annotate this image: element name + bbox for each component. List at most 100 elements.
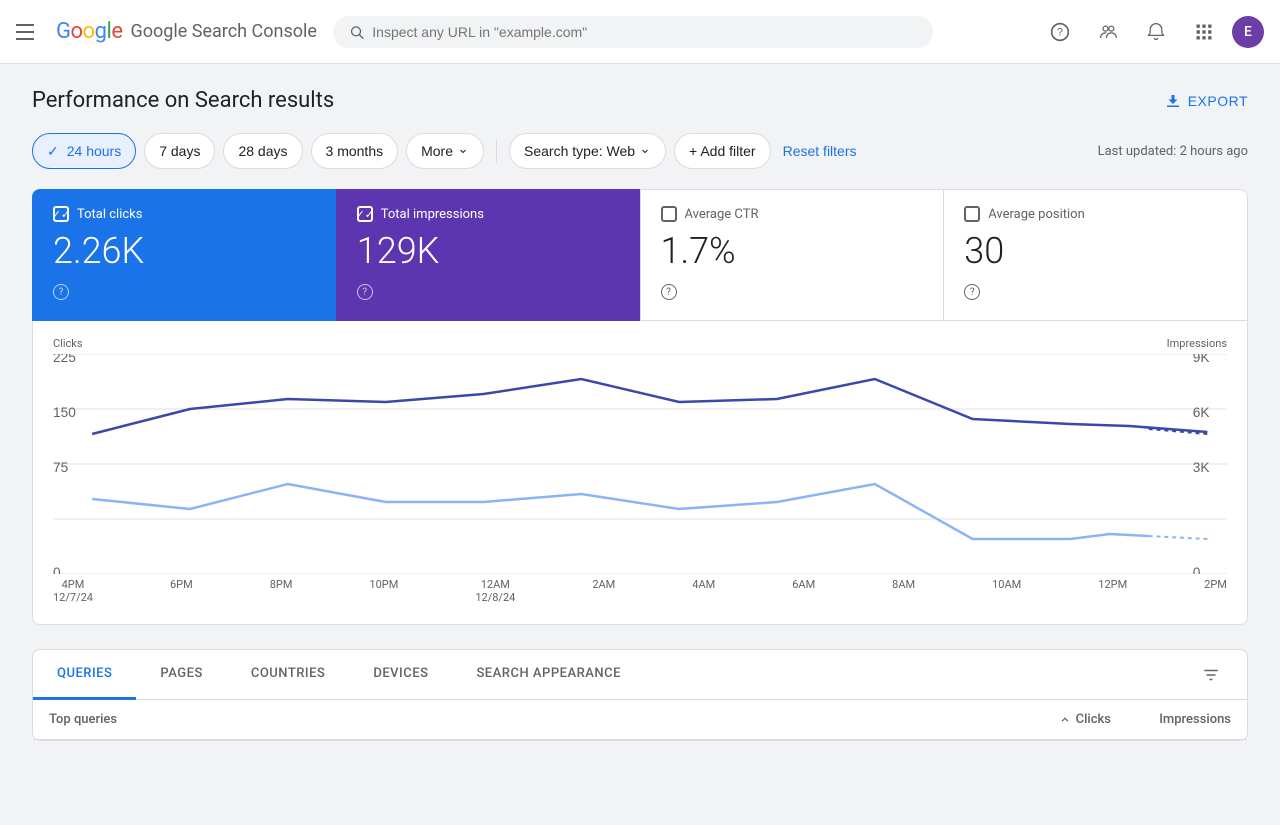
filter-bar: ✓ 24 hours 7 days 28 days 3 months More … (32, 133, 1248, 169)
filter-more[interactable]: More (406, 133, 484, 169)
metric-average-ctr: Average CTR 1.7% ? (640, 189, 944, 321)
metric-position-checkbox[interactable] (964, 206, 980, 222)
chevron-down-icon (457, 145, 469, 157)
metric-ctr-help[interactable]: ? (661, 284, 677, 300)
notifications-button[interactable] (1136, 12, 1176, 52)
x-label-7: 6AM (792, 578, 815, 604)
filter-7days[interactable]: 7 days (144, 133, 215, 169)
chart-y-left-label: Clicks (53, 337, 83, 350)
accounts-icon (1098, 22, 1118, 42)
metric-average-position: Average position 30 ? (943, 189, 1248, 321)
clicks-line (92, 484, 1149, 539)
x-label-9: 10AM (992, 578, 1021, 604)
metric-position-help[interactable]: ? (964, 284, 980, 300)
metric-clicks-label: Total clicks (77, 207, 142, 222)
avatar[interactable]: E (1232, 16, 1264, 48)
col-query-header: Top queries (49, 712, 991, 727)
metric-clicks-checkbox[interactable]: ✓ (53, 206, 69, 222)
accounts-button[interactable] (1088, 12, 1128, 52)
tab-countries[interactable]: COUNTRIES (227, 650, 350, 700)
x-label-0: 4PM 12/7/24 (53, 578, 93, 604)
last-updated: Last updated: 2 hours ago (1098, 144, 1248, 159)
search-type-filter[interactable]: Search type: Web (509, 133, 666, 169)
filter-icon (1202, 666, 1220, 684)
metric-ctr-label: Average CTR (685, 207, 759, 222)
metrics-row: ✓ Total clicks 2.26K ? ✓ Total impressio… (32, 189, 1248, 321)
tab-actions (1191, 650, 1247, 699)
col-clicks-header: Clicks (991, 712, 1111, 727)
x-label-5: 2AM (592, 578, 615, 604)
tabs-container: QUERIES PAGES COUNTRIES DEVICES SEARCH A… (32, 649, 1248, 741)
bell-icon (1146, 22, 1166, 42)
help-icon: ? (1050, 22, 1070, 42)
reset-filters-button[interactable]: Reset filters (783, 143, 857, 159)
logo[interactable]: Google Google Search Console (56, 19, 317, 44)
x-label-3: 10PM (369, 578, 398, 604)
filter-3months[interactable]: 3 months (311, 133, 399, 169)
tab-devices[interactable]: DEVICES (349, 650, 452, 700)
chevron-down-icon-2 (639, 145, 651, 157)
tabs-header: QUERIES PAGES COUNTRIES DEVICES SEARCH A… (33, 650, 1247, 700)
metric-clicks-value: 2.26K (53, 230, 316, 272)
apps-icon (1194, 22, 1214, 42)
filter-divider (496, 139, 497, 163)
filter-table-button[interactable] (1191, 655, 1231, 695)
svg-text:9K: 9K (1193, 354, 1210, 365)
x-label-4: 12AM 12/8/24 (475, 578, 515, 604)
svg-text:75: 75 (53, 459, 69, 475)
x-label-11: 2PM (1204, 578, 1227, 604)
x-label-1: 6PM (170, 578, 193, 604)
header: Google Google Search Console ? (0, 0, 1280, 64)
metric-impressions-checkbox[interactable]: ✓ (357, 206, 373, 222)
page-title: Performance on Search results (32, 88, 334, 113)
chart-y-right-label: Impressions (1167, 337, 1227, 350)
x-label-6: 4AM (692, 578, 715, 604)
page-header: Performance on Search results EXPORT (32, 88, 1248, 113)
metric-clicks-help[interactable]: ? (53, 284, 69, 300)
col-impressions-header: Impressions (1111, 712, 1231, 727)
menu-icon[interactable] (16, 20, 40, 44)
app-title: Google Search Console (130, 21, 316, 42)
tab-pages[interactable]: PAGES (136, 650, 226, 700)
chart-svg: 225 150 75 0 9K 6K 3K 0 (53, 354, 1227, 574)
table-header: Top queries Clicks Impressions (33, 700, 1247, 740)
svg-text:?: ? (1057, 26, 1063, 38)
chart-area: 225 150 75 0 9K 6K 3K 0 (53, 354, 1227, 574)
page-content: Performance on Search results EXPORT ✓ 2… (0, 64, 1280, 765)
impressions-line (92, 379, 1207, 434)
chart-x-labels: 4PM 12/7/24 6PM 8PM 10PM 12AM 12/8/24 2A… (53, 578, 1227, 604)
metric-ctr-checkbox[interactable] (661, 206, 677, 222)
download-icon (1164, 92, 1182, 110)
metric-total-impressions: ✓ Total impressions 129K ? (336, 189, 640, 321)
svg-text:6K: 6K (1193, 404, 1210, 420)
x-label-8: 8AM (892, 578, 915, 604)
svg-text:0: 0 (1193, 564, 1201, 574)
filter-24hours[interactable]: ✓ 24 hours (32, 133, 136, 169)
sort-icon (1058, 713, 1072, 727)
metric-ctr-value: 1.7% (661, 230, 924, 272)
chart-container: Clicks Impressions 225 150 75 0 9K 6K 3K (32, 321, 1248, 625)
svg-text:225: 225 (53, 354, 76, 365)
metric-total-clicks: ✓ Total clicks 2.26K ? (32, 189, 336, 321)
svg-text:150: 150 (53, 404, 76, 420)
filter-28days[interactable]: 28 days (223, 133, 302, 169)
metric-position-value: 30 (964, 230, 1227, 272)
header-actions: ? (1040, 12, 1264, 52)
add-filter-button[interactable]: + Add filter (674, 133, 771, 169)
metric-position-label: Average position (988, 207, 1085, 222)
x-label-2: 8PM (270, 578, 293, 604)
svg-text:3K: 3K (1193, 459, 1210, 475)
tab-search-appearance[interactable]: SEARCH APPEARANCE (452, 650, 645, 700)
tab-queries[interactable]: QUERIES (33, 650, 136, 700)
apps-button[interactable] (1184, 12, 1224, 52)
export-button[interactable]: EXPORT (1164, 92, 1248, 110)
search-icon (349, 24, 364, 40)
metric-impressions-value: 129K (357, 230, 620, 272)
x-label-10: 12PM (1098, 578, 1127, 604)
metric-impressions-help[interactable]: ? (357, 284, 373, 300)
clicks-dotted (1149, 536, 1208, 539)
search-input[interactable] (372, 24, 917, 40)
svg-text:0: 0 (53, 564, 61, 574)
search-bar[interactable] (333, 16, 933, 48)
help-button[interactable]: ? (1040, 12, 1080, 52)
